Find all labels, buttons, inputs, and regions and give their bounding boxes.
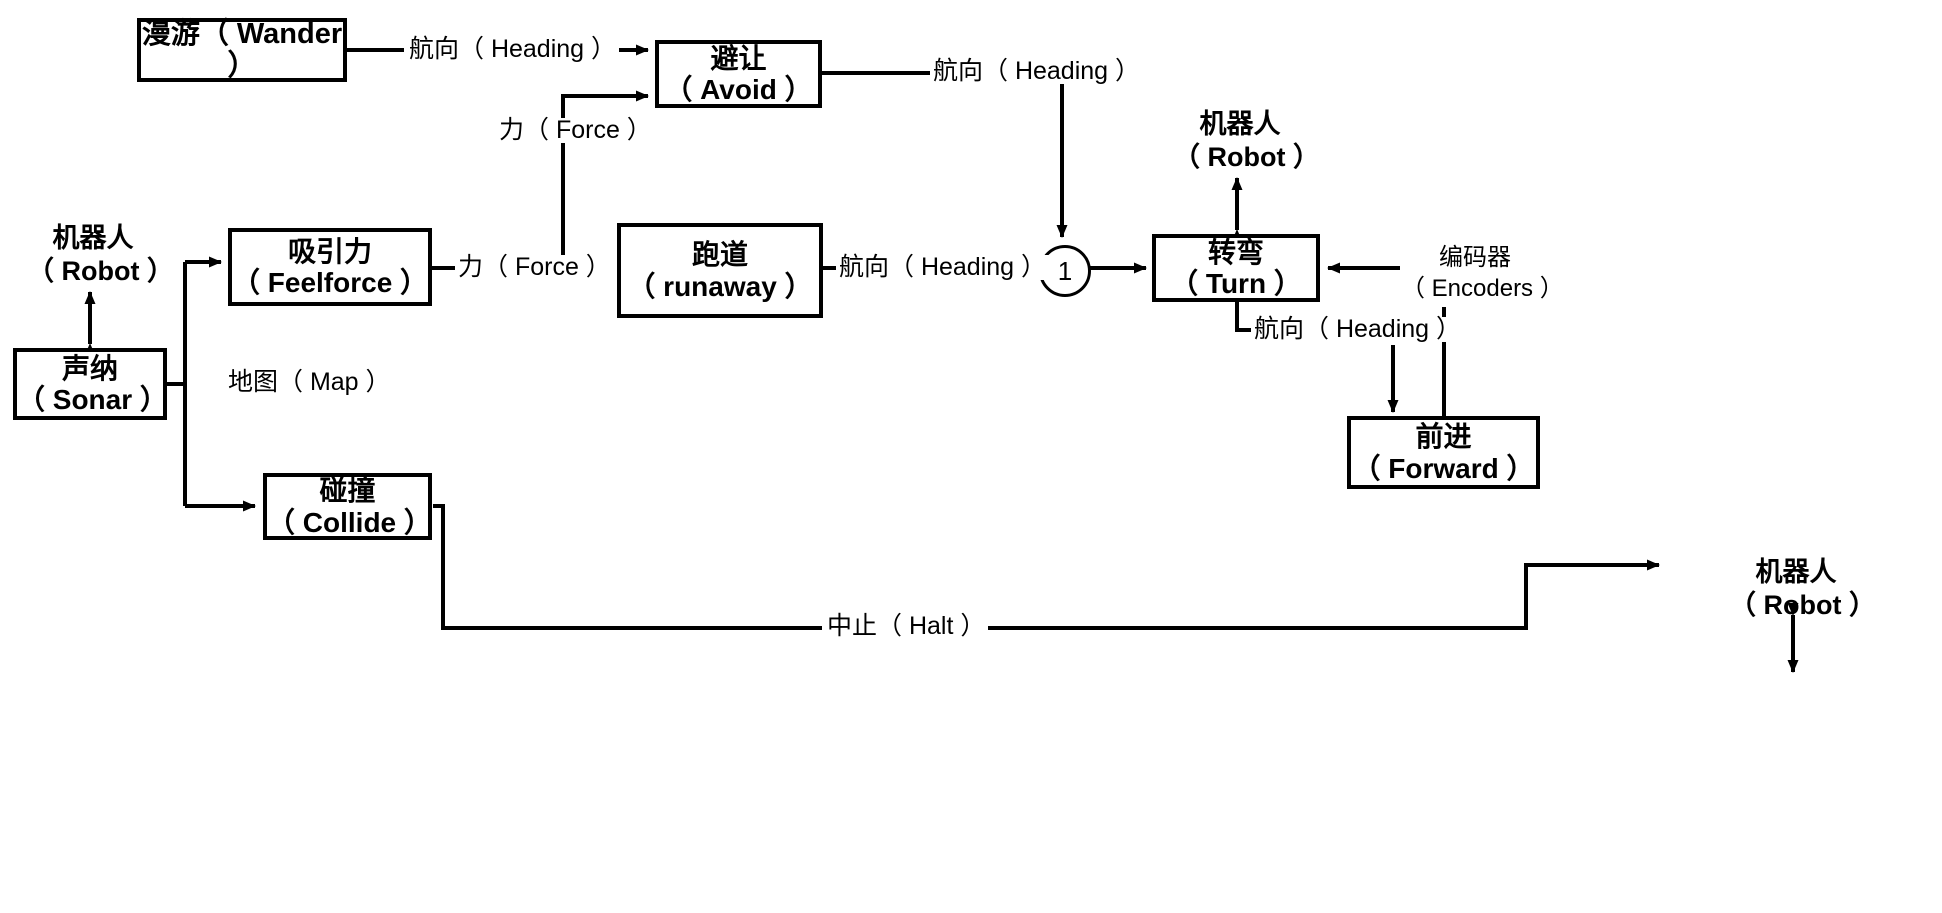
node-avoid-label-en: （ Avoid ）	[664, 74, 813, 105]
external-robot-forward-en: （ Robot ）	[1729, 589, 1876, 620]
external-robot-sonar-cn: 机器人	[52, 223, 134, 253]
edge-label-feelforce-force: 力（ Force ）	[455, 255, 614, 280]
node-forward-label-cn: 前进	[1415, 421, 1472, 453]
node-turn[interactable]: 转弯 （ Turn ）	[1152, 234, 1320, 302]
edge-label-force-avoid: 力（ Force ）	[496, 118, 655, 143]
external-encoders-cn: 编码器	[1439, 244, 1511, 271]
wire-collide-halt-left	[433, 504, 822, 630]
node-forward[interactable]: 前进 （ Forward ）	[1347, 416, 1540, 489]
external-robot-sonar-en: （ Robot ）	[27, 255, 174, 286]
diagram-canvas: 漫游（ Wander ） 避让 （ Avoid ） 吸引力 （ Feelforc…	[0, 0, 1942, 913]
external-encoders-en: （ Encoders ）	[1401, 274, 1564, 302]
edge-label-sonar-map: 地图（ Map ）	[228, 368, 391, 396]
edge-label-wander-heading: 航向（ Heading ）	[406, 37, 620, 62]
node-sonar-label-en: （ Sonar ）	[17, 384, 168, 415]
external-robot-turn: 机器人 （ Robot ）	[1170, 108, 1320, 174]
wire-avoid-to-junction	[822, 71, 1068, 238]
node-turn-label-en: （ Turn ）	[1170, 268, 1302, 299]
edge-label-turn-heading: 航向（ Heading ）	[1251, 317, 1465, 342]
edge-label-avoid-heading: 航向（ Heading ）	[930, 59, 1144, 84]
external-robot-forward-cn: 机器人	[1755, 557, 1837, 587]
edge-label-collide-halt: 中止（ Halt ）	[824, 614, 989, 639]
node-feelforce-label-en: （ Feelforce ）	[232, 267, 429, 298]
node-sonar[interactable]: 声纳 （ Sonar ）	[13, 348, 168, 420]
node-runaway-label-cn: 跑道	[691, 239, 748, 271]
node-wander[interactable]: 漫游（ Wander ）	[137, 18, 347, 82]
node-avoid-label-cn: 避让	[710, 42, 767, 74]
node-avoid[interactable]: 避让 （ Avoid ）	[655, 40, 822, 108]
node-runaway[interactable]: 跑道 （ runaway ）	[617, 223, 823, 318]
node-junction-value: 1	[1057, 255, 1073, 286]
external-robot-sonar: 机器人 （ Robot ）	[24, 222, 174, 288]
node-wander-label: 漫游（ Wander ）	[141, 17, 343, 82]
node-collide-label-cn: 碰撞	[319, 475, 376, 507]
node-collide-label-en: （ Collide ）	[267, 506, 432, 538]
node-collide[interactable]: 碰撞 （ Collide ）	[263, 473, 432, 540]
node-sonar-label-cn: 声纳	[61, 352, 118, 384]
external-robot-turn-cn: 机器人	[1199, 109, 1281, 139]
node-forward-label-en: （ Forward ）	[1352, 452, 1535, 484]
external-encoders: 编码器 （ Encoders ）	[1398, 243, 1564, 304]
connector-layer	[84, 44, 1799, 673]
external-robot-turn-en: （ Robot ）	[1173, 141, 1320, 172]
external-robot-forward: 机器人 （ Robot ）	[1726, 556, 1876, 622]
node-turn-label-cn: 转弯	[1207, 236, 1264, 268]
node-runaway-label-en: （ runaway ）	[627, 270, 813, 302]
node-feelforce[interactable]: 吸引力 （ Feelforce ）	[228, 228, 432, 306]
wire-halt-to-forward	[988, 559, 1660, 630]
node-feelforce-label-cn: 吸引力	[287, 235, 372, 267]
edge-label-runaway-heading: 航向（ Heading ）	[836, 255, 1050, 280]
